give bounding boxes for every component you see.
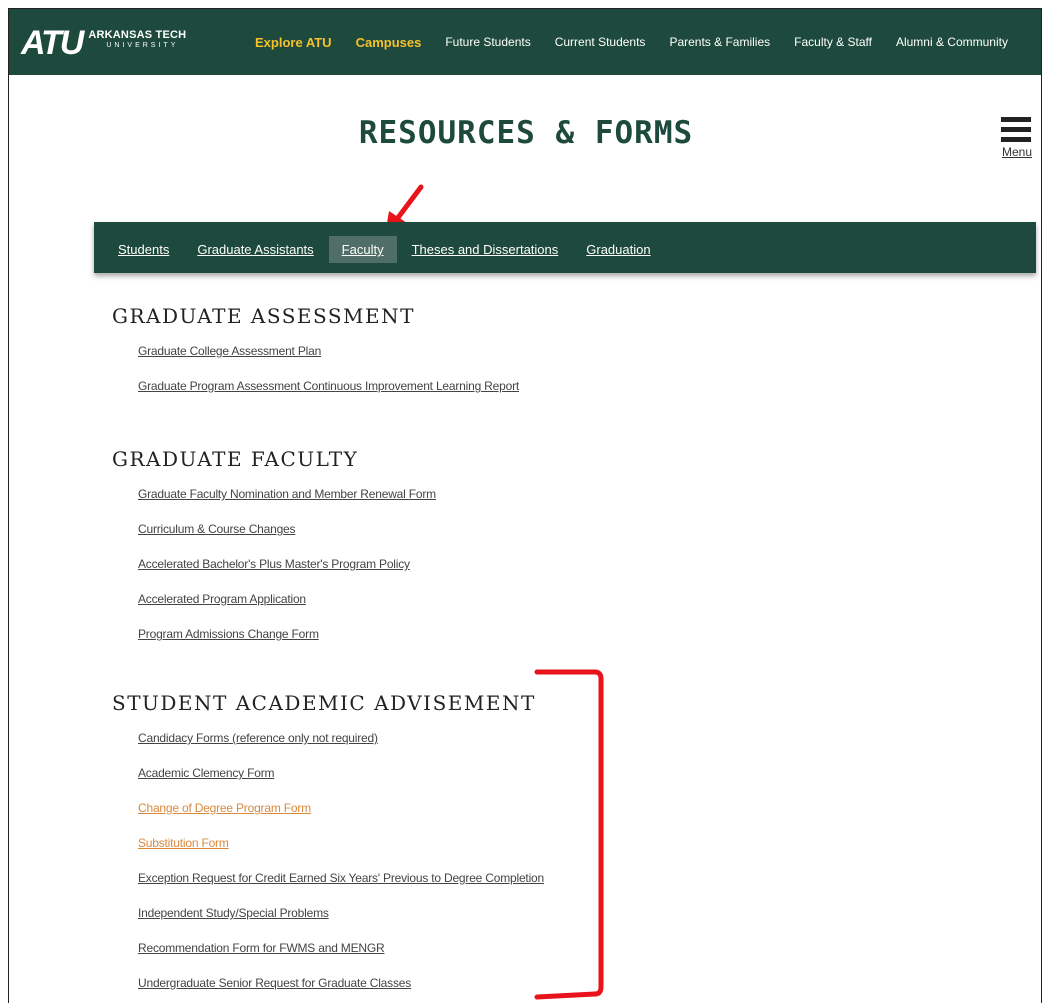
- tab-faculty[interactable]: Faculty: [328, 236, 397, 263]
- nav-faculty-staff[interactable]: Faculty & Staff: [794, 35, 872, 50]
- top-navigation-bar: ATU ARKANSAS TECH UNIVERSITY Explore ATU…: [9, 9, 1041, 75]
- list-item: Graduate Faculty Nomination and Member R…: [138, 485, 436, 520]
- resource-link[interactable]: Academic Clemency Form: [138, 766, 275, 780]
- resources-subnav: Students Graduate Assistants Faculty The…: [94, 222, 1036, 273]
- annotation-bracket-icon: [534, 669, 604, 1000]
- nav-alumni-community[interactable]: Alumni & Community: [896, 35, 1008, 50]
- atu-logo[interactable]: ATU ARKANSAS TECH UNIVERSITY: [21, 26, 186, 60]
- nav-campuses[interactable]: Campuses: [356, 35, 422, 50]
- list-item: Accelerated Bachelor's Plus Master's Pro…: [138, 555, 436, 590]
- resource-link[interactable]: Graduate Program Assessment Continuous I…: [138, 379, 519, 393]
- logo-mark: ATU: [21, 24, 84, 62]
- resource-link-visited[interactable]: Change of Degree Program Form: [138, 801, 311, 815]
- nav-current-students[interactable]: Current Students: [555, 35, 646, 50]
- section-graduate-assessment: GRADUATE ASSESSMENT Graduate College Ass…: [112, 304, 519, 412]
- resource-link[interactable]: Curriculum & Course Changes: [138, 522, 296, 536]
- menu-label: Menu: [1001, 145, 1033, 159]
- list-item: Graduate Program Assessment Continuous I…: [138, 377, 519, 412]
- logo-subtitle: UNIVERSITY: [106, 42, 179, 49]
- list-item: Candidacy Forms (reference only not requ…: [138, 729, 544, 764]
- nav-future-students[interactable]: Future Students: [445, 35, 530, 50]
- list-item: Substitution Form: [138, 834, 544, 869]
- nav-explore-atu[interactable]: Explore ATU: [255, 35, 332, 50]
- resource-link[interactable]: Candidacy Forms (reference only not requ…: [138, 731, 378, 745]
- resource-link[interactable]: Accelerated Bachelor's Plus Master's Pro…: [138, 557, 410, 571]
- section-heading: GRADUATE FACULTY: [112, 447, 359, 471]
- tab-theses-dissertations[interactable]: Theses and Dissertations: [412, 236, 559, 263]
- hamburger-menu-icon: [1001, 117, 1033, 142]
- resource-link[interactable]: Undergraduate Senior Request for Graduat…: [138, 976, 411, 990]
- tab-graduation[interactable]: Graduation: [586, 236, 650, 263]
- resource-link[interactable]: Accelerated Program Application: [138, 592, 306, 606]
- list-item: Accelerated Program Application: [138, 590, 436, 625]
- resource-link[interactable]: Graduate Faculty Nomination and Member R…: [138, 487, 436, 501]
- resource-link[interactable]: Program Admissions Change Form: [138, 627, 319, 641]
- resource-link[interactable]: Recommendation Form for FWMS and MENGR: [138, 941, 385, 955]
- nav-parents-families[interactable]: Parents & Families: [669, 35, 770, 50]
- primary-nav: Explore ATU Campuses Future Students Cur…: [255, 35, 1008, 50]
- list-item: Curriculum & Course Changes: [138, 520, 436, 555]
- resource-link-visited[interactable]: Substitution Form: [138, 836, 229, 850]
- list-item: Program Admissions Change Form: [138, 625, 436, 660]
- section-student-academic-advisement: STUDENT ACADEMIC ADVISEMENT Candidacy Fo…: [112, 691, 544, 1003]
- list-item: Undergraduate Senior Request for Graduat…: [138, 974, 544, 1003]
- resource-link[interactable]: Exception Request for Credit Earned Six …: [138, 871, 544, 885]
- browser-page: ATU ARKANSAS TECH UNIVERSITY Explore ATU…: [8, 8, 1042, 1003]
- section-heading: STUDENT ACADEMIC ADVISEMENT: [112, 691, 536, 715]
- list-item: Recommendation Form for FWMS and MENGR: [138, 939, 544, 974]
- section-graduate-faculty: GRADUATE FACULTY Graduate Faculty Nomina…: [112, 447, 436, 660]
- page-title: RESOURCES & FORMS: [358, 115, 694, 151]
- tab-students[interactable]: Students: [118, 236, 169, 263]
- logo-name: ARKANSAS TECH: [88, 29, 187, 41]
- list-item: Academic Clemency Form: [138, 764, 544, 799]
- list-item: Change of Degree Program Form: [138, 799, 544, 834]
- menu-button[interactable]: Menu: [1001, 117, 1033, 159]
- tab-graduate-assistants[interactable]: Graduate Assistants: [197, 236, 313, 263]
- section-heading: GRADUATE ASSESSMENT: [112, 304, 415, 328]
- list-item: Exception Request for Credit Earned Six …: [138, 869, 544, 904]
- list-item: Independent Study/Special Problems: [138, 904, 544, 939]
- resource-link[interactable]: Independent Study/Special Problems: [138, 906, 329, 920]
- resource-link[interactable]: Graduate College Assessment Plan: [138, 344, 321, 358]
- list-item: Graduate College Assessment Plan: [138, 342, 519, 377]
